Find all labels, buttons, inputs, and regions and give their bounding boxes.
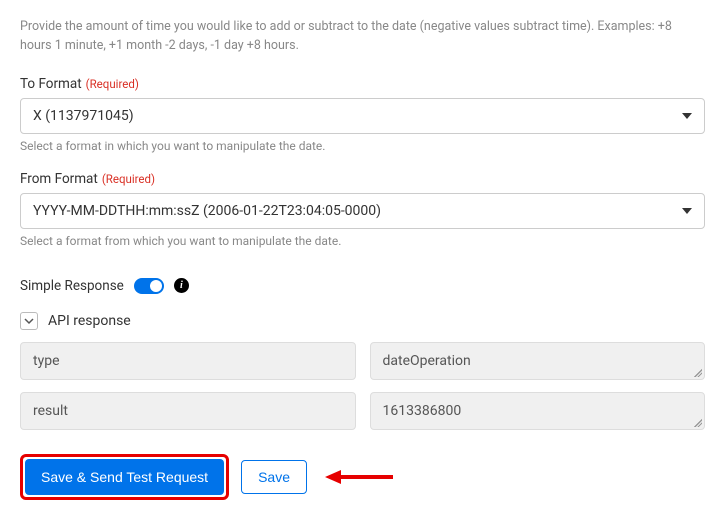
simple-response-toggle[interactable] xyxy=(134,278,164,294)
save-send-test-button[interactable]: Save & Send Test Request xyxy=(25,459,224,495)
to-format-field: To Format (Required) X (1137971045) Sele… xyxy=(20,76,705,153)
save-button[interactable]: Save xyxy=(241,460,307,494)
api-response-header: API response xyxy=(20,312,705,330)
action-row: Save & Send Test Request Save xyxy=(20,454,705,500)
chevron-down-icon xyxy=(682,208,692,214)
api-response-row: result 1613386800 xyxy=(20,392,705,430)
from-format-field: From Format (Required) YYYY-MM-DDTHH:mm:… xyxy=(20,171,705,248)
arrow-annotation-icon xyxy=(325,467,395,487)
to-format-label: To Format (Required) xyxy=(20,76,705,92)
to-format-value: X (1137971045) xyxy=(33,108,134,124)
from-format-help: Select a format from which you want to m… xyxy=(20,234,705,248)
response-value[interactable]: dateOperation xyxy=(370,342,706,380)
simple-response-label: Simple Response xyxy=(20,278,124,294)
required-tag: (Required) xyxy=(102,172,155,186)
api-response-label: API response xyxy=(48,313,131,329)
from-format-label-text: From Format xyxy=(20,171,98,187)
chevron-down-icon xyxy=(682,113,692,119)
toggle-knob xyxy=(150,280,162,292)
required-tag: (Required) xyxy=(86,77,139,91)
response-value[interactable]: 1613386800 xyxy=(370,392,706,430)
chevron-down-icon xyxy=(24,316,34,326)
from-format-label: From Format (Required) xyxy=(20,171,705,187)
simple-response-row: Simple Response i xyxy=(20,278,705,294)
response-key[interactable]: result xyxy=(20,392,356,430)
from-format-value: YYYY-MM-DDTHH:mm:ssZ (2006-01-22T23:04:0… xyxy=(33,203,381,219)
to-format-help: Select a format in which you want to man… xyxy=(20,139,705,153)
api-response-row: type dateOperation xyxy=(20,342,705,380)
response-key[interactable]: type xyxy=(20,342,356,380)
from-format-select[interactable]: YYYY-MM-DDTHH:mm:ssZ (2006-01-22T23:04:0… xyxy=(20,193,705,229)
expression-help-text: Provide the amount of time you would lik… xyxy=(20,18,705,56)
primary-highlight-box: Save & Send Test Request xyxy=(20,454,229,500)
collapse-button[interactable] xyxy=(20,312,38,330)
info-icon[interactable]: i xyxy=(174,278,189,293)
to-format-select[interactable]: X (1137971045) xyxy=(20,98,705,134)
to-format-label-text: To Format xyxy=(20,76,82,92)
